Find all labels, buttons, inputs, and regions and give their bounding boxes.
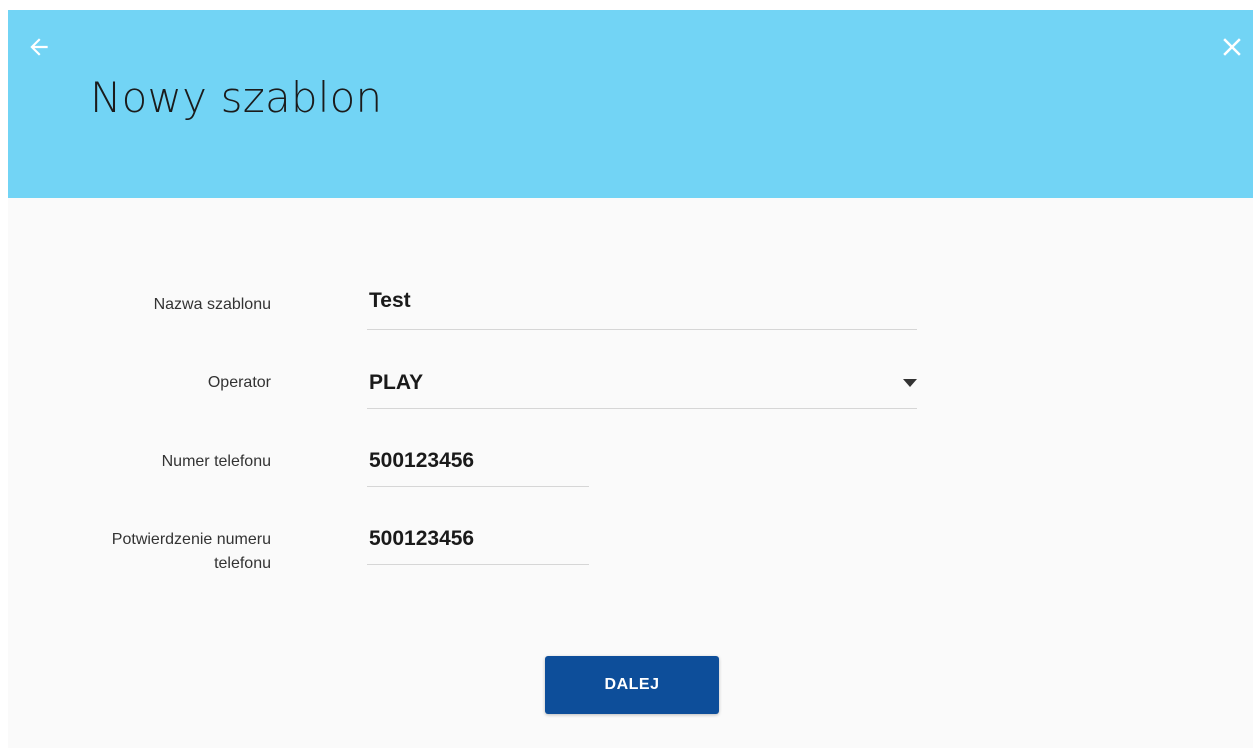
template-dialog: Nowy szablon Nazwa szablonu Operator PLA… [8, 10, 1253, 748]
phone-confirm-field[interactable] [367, 524, 589, 565]
phone-number-field[interactable] [367, 446, 589, 487]
caret-down-icon[interactable] [903, 379, 917, 387]
operator-select[interactable]: PLAY [367, 367, 917, 409]
phone-confirm-label-line1: Potwierdzenie numeru [111, 531, 271, 548]
phone-confirm-label-line2: telefonu [214, 555, 271, 572]
phone-confirm-input[interactable] [369, 525, 580, 553]
arrow-left-icon [30, 38, 48, 56]
operator-label: Operator [207, 374, 271, 391]
phone-confirm-label: Potwierdzenie numeru telefonu [11, 528, 271, 576]
back-button[interactable] [26, 34, 52, 60]
close-button[interactable] [1217, 32, 1247, 62]
operator-selected-value: PLAY [369, 371, 424, 394]
phone-number-input[interactable] [369, 447, 580, 475]
next-button[interactable]: DALEJ [545, 656, 719, 714]
page-title: Nowy szablon [90, 73, 383, 122]
template-name-field[interactable] [367, 287, 917, 330]
template-name-label: Nazwa szablonu [153, 296, 271, 313]
close-icon [1223, 38, 1241, 56]
template-name-input[interactable] [369, 287, 892, 315]
phone-number-label: Numer telefonu [161, 453, 271, 470]
dialog-header: Nowy szablon [8, 10, 1253, 198]
